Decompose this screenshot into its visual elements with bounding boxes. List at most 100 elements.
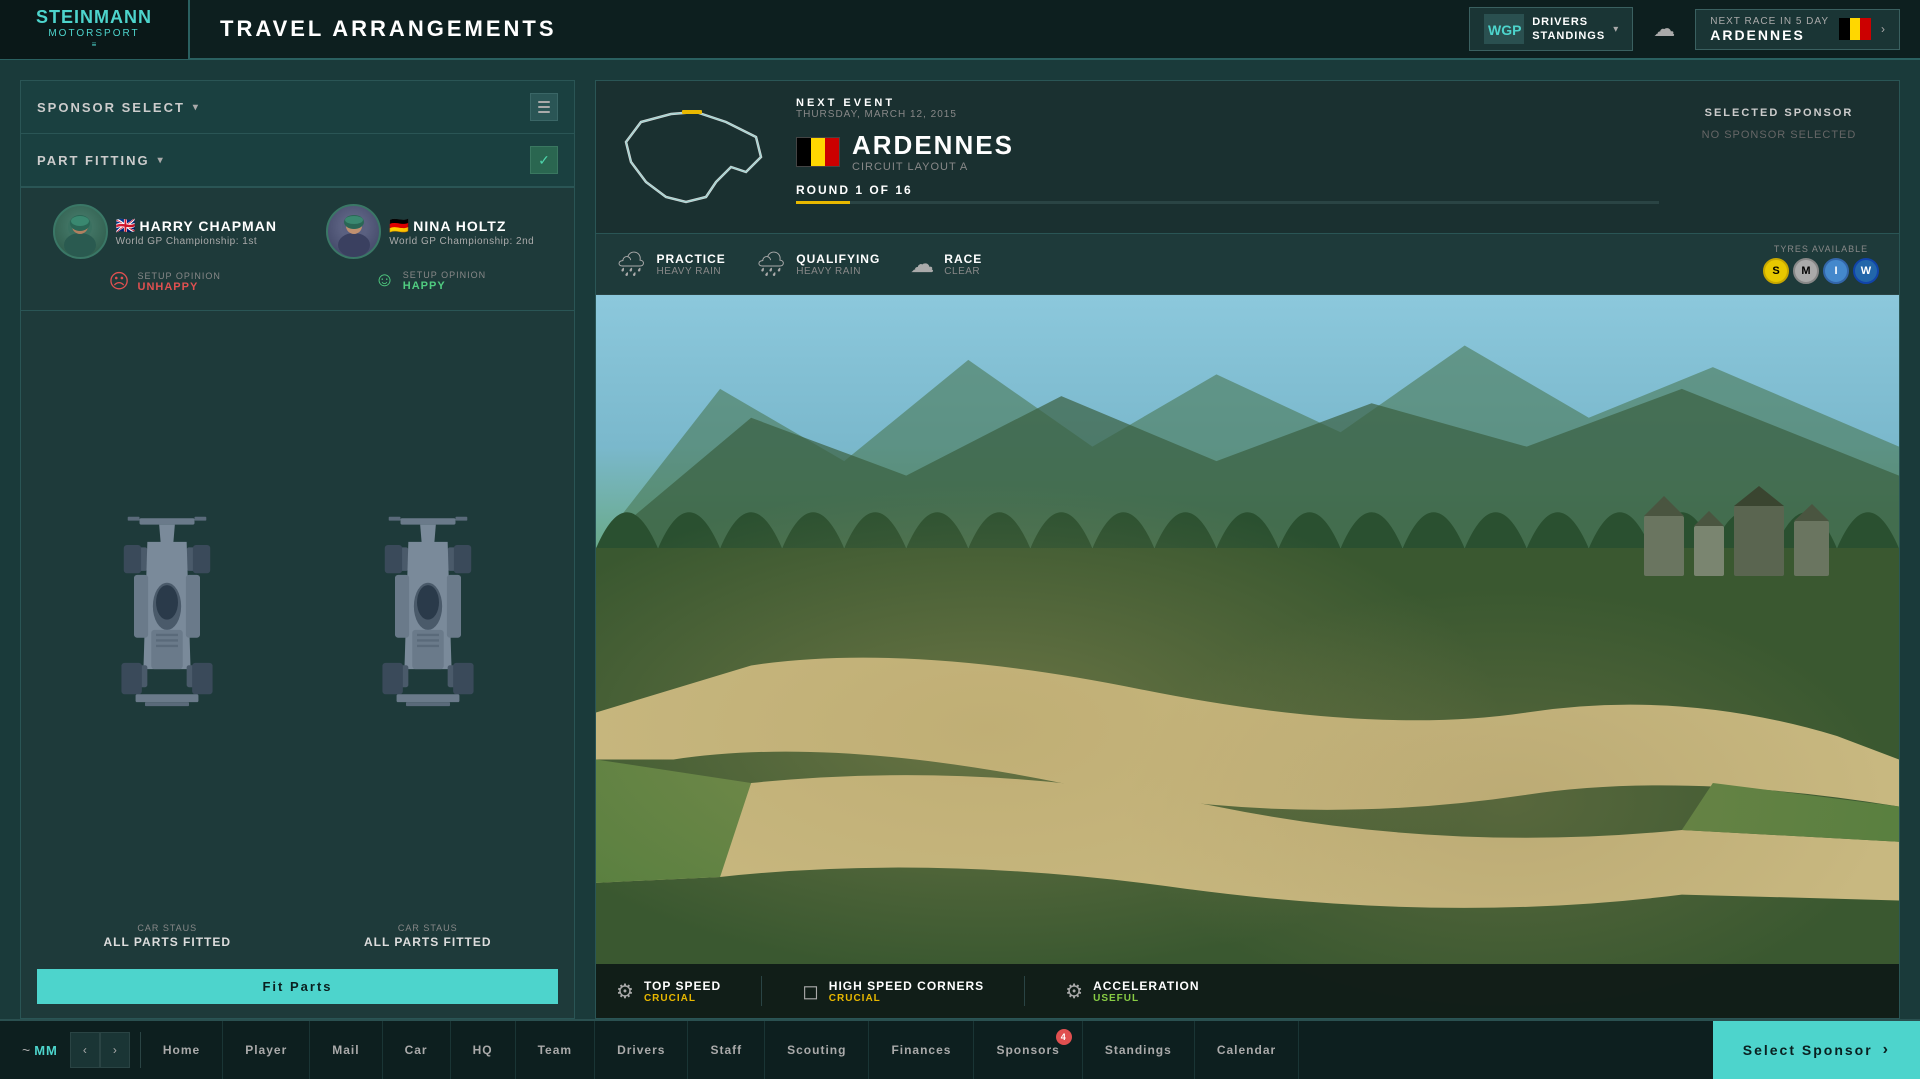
page-title: TRAVEL ARRANGEMENTS <box>220 16 1469 42</box>
driver1-avatar <box>53 204 108 259</box>
weather-row: 🌧 PRACTICE HEAVY RAIN 🌧 QUALIFYING HEAVY… <box>596 234 1899 295</box>
driver2-opinion-label: SETUP OPINION <box>403 270 486 280</box>
car1-status-label: CAR STAUS <box>137 923 197 933</box>
track-stat-cornering: ◻ HIGH SPEED CORNERS CRUCIAL <box>802 979 984 1004</box>
nav-home[interactable]: Home <box>141 1021 223 1079</box>
qualifying-cond: HEAVY RAIN <box>796 266 880 277</box>
next-race-name: ARDENNES <box>1710 27 1829 43</box>
driver2-name-area: 🇩🇪 NINA HOLTZ World GP Championship: 2nd <box>389 216 534 247</box>
driver2-info: 🇩🇪 NINA HOLTZ World GP Championship: 2nd <box>303 204 559 259</box>
driver1-name-area: 🇬🇧 HARRY CHAPMAN World GP Championship: … <box>116 216 277 247</box>
car1-status: ALL PARTS FITTED <box>103 935 231 949</box>
cornering-level: CRUCIAL <box>829 993 984 1004</box>
right-top: NEXT EVENT THURSDAY, MARCH 12, 2015 ARDE… <box>596 81 1899 234</box>
driver2-opinion-status: HAPPY <box>403 280 486 292</box>
acceleration-name: ACCELERATION <box>1093 979 1199 993</box>
cornering-icon: ◻ <box>802 979 819 1004</box>
sponsor-dropdown-arrow: ▾ <box>193 102 200 113</box>
tyre-i: I <box>1823 258 1849 284</box>
track-background <box>596 295 1899 1018</box>
svg-text:WGP: WGP <box>1488 22 1521 38</box>
standings-icon: WGP <box>1484 14 1524 44</box>
track-image-area: ⚙ TOP SPEED CRUCIAL ◻ HIGH SPEED CORNERS… <box>596 295 1899 1018</box>
standings-label2: STANDINGS <box>1532 29 1605 43</box>
belgium-flag <box>1839 18 1871 40</box>
sponsor-select-label[interactable]: SPONSOR SELECT ▾ <box>37 100 200 115</box>
qualifying-label: QUALIFYING <box>796 252 880 266</box>
nav-prev-button[interactable]: ‹ <box>70 1032 100 1068</box>
acceleration-icon: ⚙ <box>1065 979 1083 1004</box>
selected-sponsor-panel: SELECTED SPONSOR NO SPONSOR SELECTED <box>1679 97 1879 151</box>
main-content: SPONSOR SELECT ▾ PART FITTING ▾ <box>0 60 1920 1019</box>
nav-team[interactable]: Team <box>516 1021 595 1079</box>
part-fitting-row: PART FITTING ▾ ✓ <box>21 134 574 187</box>
circuit-map <box>616 97 776 217</box>
event-name: ARDENNES <box>852 130 1014 161</box>
event-date: THURSDAY, MARCH 12, 2015 <box>796 109 1659 120</box>
sponsors-badge: 4 <box>1056 1029 1072 1045</box>
tyre-circles: S M I W <box>1763 258 1879 284</box>
topspeed-name: TOP SPEED <box>644 979 721 993</box>
top-right-controls: WGP DRIVERS STANDINGS ▾ ☁ NEXT RACE IN 5… <box>1469 7 1920 51</box>
nav-logo: ~ MM <box>10 1042 70 1058</box>
race-weather: ☁ RACE CLEAR <box>910 250 982 279</box>
select-sponsor-label: Select Sponsor <box>1743 1042 1873 1058</box>
driver2-avatar <box>326 204 381 259</box>
nav-items: Home Player Mail Car HQ Team Drivers Sta… <box>141 1021 1713 1079</box>
sponsor-config-icon[interactable] <box>530 93 558 121</box>
select-sponsor-button[interactable]: Select Sponsor › <box>1713 1021 1920 1079</box>
next-race-prefix: NEXT RACE IN 5 DAY <box>1710 16 1829 27</box>
driver2-opinion-icon: ☺ <box>374 269 394 292</box>
tyres-section: TYRES AVAILABLE S M I W <box>1763 244 1879 284</box>
part-fitting-label[interactable]: PART FITTING ▾ <box>37 153 165 168</box>
nav-finances[interactable]: Finances <box>869 1021 974 1079</box>
panel-header: SPONSOR SELECT ▾ PART FITTING ▾ <box>21 81 574 188</box>
driver1-name: HARRY CHAPMAN <box>139 218 276 234</box>
nav-calendar[interactable]: Calendar <box>1195 1021 1299 1079</box>
nav-hq[interactable]: HQ <box>451 1021 516 1079</box>
acceleration-level: USEFUL <box>1093 993 1199 1004</box>
driver1-flag: 🇬🇧 <box>116 216 136 236</box>
driver1-opinion: ☹ SETUP OPINION UNHAPPY <box>109 269 221 294</box>
no-sponsor-text: NO SPONSOR SELECTED <box>1699 129 1859 141</box>
nav-staff[interactable]: Staff <box>688 1021 765 1079</box>
standings-label1: DRIVERS <box>1532 15 1605 29</box>
round-progress-bar <box>796 201 1659 204</box>
nav-mail[interactable]: Mail <box>310 1021 382 1079</box>
right-panel: NEXT EVENT THURSDAY, MARCH 12, 2015 ARDE… <box>595 80 1900 1019</box>
part-fitting-check-icon[interactable]: ✓ <box>530 146 558 174</box>
nav-drivers[interactable]: Drivers <box>595 1021 688 1079</box>
driver1-column: 🇬🇧 HARRY CHAPMAN World GP Championship: … <box>37 204 293 294</box>
bottom-nav: ~ MM ‹ › Home Player Mail Car HQ Team Dr… <box>0 1019 1920 1079</box>
car2-status-label: CAR STAUS <box>398 923 458 933</box>
topspeed-icon: ⚙ <box>616 979 634 1004</box>
logo-motorsport: MOTORSPORT <box>36 28 152 39</box>
race-label: RACE <box>944 252 982 266</box>
standings-dropdown-icon: ▾ <box>1613 24 1618 35</box>
track-overlay <box>596 295 1899 1018</box>
car1-column: CAR STAUS ALL PARTS FITTED <box>37 321 298 959</box>
fit-parts-button[interactable]: Fit Parts <box>37 969 558 1004</box>
event-info: NEXT EVENT THURSDAY, MARCH 12, 2015 ARDE… <box>796 97 1659 204</box>
cars-row: CAR STAUS ALL PARTS FITTED <box>21 311 574 969</box>
event-circuit: CIRCUIT LAYOUT A <box>852 161 1014 173</box>
driver2-flag: 🇩🇪 <box>389 216 409 236</box>
nav-sponsors[interactable]: Sponsors 4 <box>974 1021 1082 1079</box>
selected-sponsor-label: SELECTED SPONSOR <box>1699 107 1859 119</box>
logo-steinmann: STEINMANN <box>36 8 152 28</box>
drivers-row: 🇬🇧 HARRY CHAPMAN World GP Championship: … <box>21 188 574 311</box>
practice-weather-icon: 🌧 <box>616 250 646 279</box>
practice-label: PRACTICE <box>656 252 725 266</box>
top-bar: STEINMANN MOTORSPORT ≡ TRAVEL ARRANGEMEN… <box>0 0 1920 60</box>
nav-car[interactable]: Car <box>383 1021 451 1079</box>
track-stat-acceleration: ⚙ ACCELERATION USEFUL <box>1065 979 1199 1004</box>
nav-standings[interactable]: Standings <box>1083 1021 1195 1079</box>
tyres-label: TYRES AVAILABLE <box>1774 244 1868 254</box>
driver2-name: NINA HOLTZ <box>413 218 506 234</box>
next-race-chevron: › <box>1881 22 1885 36</box>
driver1-championship: World GP Championship: 1st <box>116 236 277 247</box>
nav-scouting[interactable]: Scouting <box>765 1021 869 1079</box>
standings-button[interactable]: WGP DRIVERS STANDINGS ▾ <box>1469 7 1633 51</box>
nav-next-button[interactable]: › <box>100 1032 130 1068</box>
nav-player[interactable]: Player <box>223 1021 310 1079</box>
